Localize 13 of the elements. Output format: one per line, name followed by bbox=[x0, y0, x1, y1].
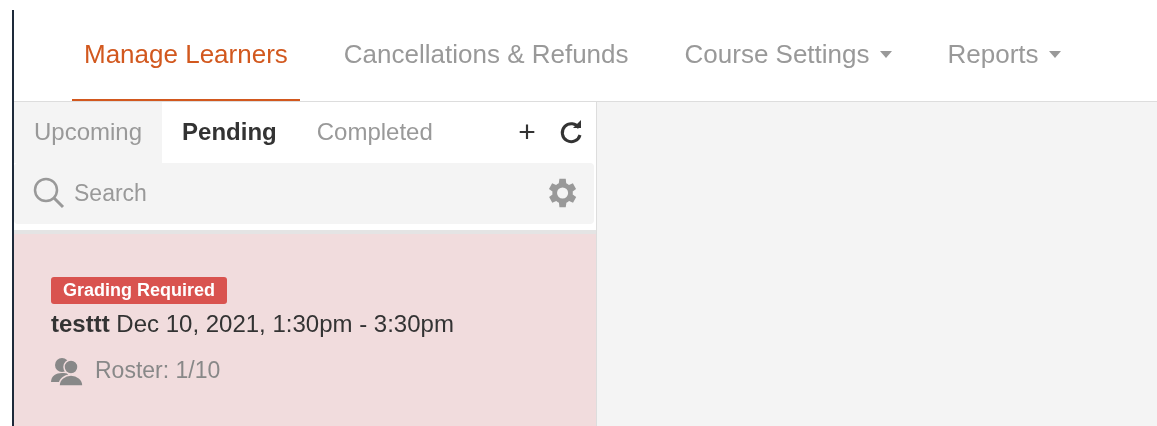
search-field[interactable]: Search bbox=[14, 162, 594, 224]
filter-tab[interactable]: Upcoming bbox=[14, 102, 163, 163]
nav-tab[interactable]: Reports bbox=[935, 10, 1073, 101]
status-badge: Grading Required bbox=[51, 276, 227, 304]
roster-count: Roster: 1/10 bbox=[95, 357, 221, 385]
refresh-icon[interactable] bbox=[558, 119, 584, 146]
nav-tab[interactable]: Cancellations & Refunds bbox=[331, 10, 641, 101]
session-title: testtt Dec 10, 2021, 1:30pm - 3:30pm bbox=[51, 309, 455, 338]
nav-tab[interactable]: Course Settings bbox=[672, 10, 904, 101]
add-button[interactable]: + bbox=[508, 102, 546, 163]
search-field[interactable]: Search bbox=[72, 178, 536, 208]
search-icon bbox=[32, 176, 66, 211]
people-icon bbox=[51, 355, 85, 386]
